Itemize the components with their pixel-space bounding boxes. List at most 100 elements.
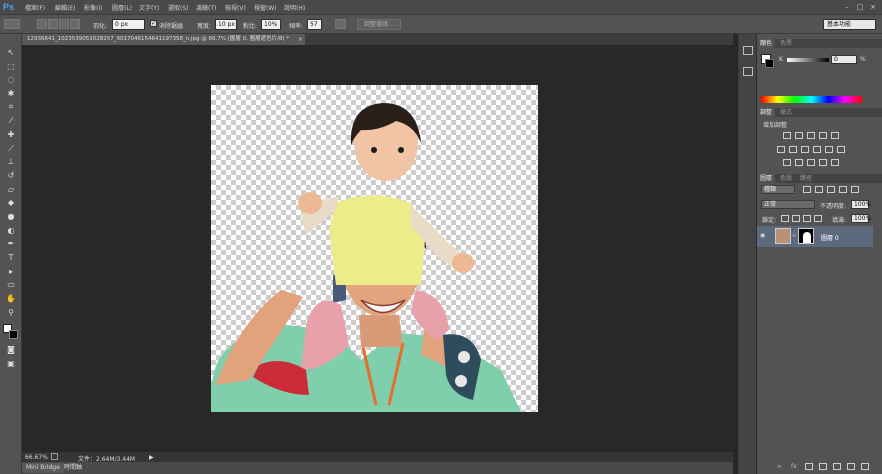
clone-stamp-tool-icon[interactable]: ⊥ [5, 157, 17, 166]
photo-filter-icon[interactable] [813, 146, 821, 153]
exposure-icon[interactable] [819, 132, 827, 139]
antialias-checkbox[interactable]: ✓ [150, 20, 157, 27]
new-fill-layer-icon[interactable] [819, 463, 827, 470]
filter-type-icon[interactable] [827, 186, 835, 193]
move-tool-icon[interactable]: ↖ [5, 48, 17, 57]
filter-adjustment-icon[interactable] [815, 186, 823, 193]
eraser-tool-icon[interactable]: ▱ [5, 185, 17, 194]
lock-all-icon[interactable] [814, 215, 822, 222]
delete-layer-icon[interactable] [861, 463, 869, 470]
tab-styles[interactable]: 樣式 [777, 108, 795, 117]
minimize-button[interactable]: – [843, 3, 851, 11]
layer-visibility-eye-icon[interactable]: ◉ [760, 232, 765, 239]
path-selection-tool-icon[interactable]: ▸ [5, 267, 17, 276]
levels-icon[interactable] [795, 132, 803, 139]
vibrance-icon[interactable] [831, 132, 839, 139]
feather-input[interactable]: 0 px [112, 19, 145, 30]
tab-adjustments[interactable]: 調整 [757, 108, 776, 117]
brush-tool-icon[interactable]: ⟋ [5, 144, 17, 153]
black-white-icon[interactable] [801, 146, 809, 153]
filter-smart-object-icon[interactable] [851, 186, 859, 193]
hue-saturation-icon[interactable] [777, 146, 785, 153]
filter-pixel-icon[interactable] [803, 186, 811, 193]
link-layers-icon[interactable]: ∞ [777, 463, 782, 470]
posterize-icon[interactable] [795, 159, 803, 166]
color-balance-icon[interactable] [789, 146, 797, 153]
menu-help[interactable]: 說明(H) [284, 3, 305, 12]
layer-thumbnail[interactable] [775, 228, 791, 244]
pen-pressure-icon[interactable] [335, 19, 346, 29]
intersect-selection-icon[interactable] [70, 19, 80, 29]
blur-tool-icon[interactable]: ● [5, 212, 17, 221]
status-icon[interactable] [51, 453, 58, 460]
curves-icon[interactable] [807, 132, 815, 139]
opacity-input[interactable]: 100% [851, 200, 871, 209]
menu-view[interactable]: 檢視(V) [225, 3, 246, 12]
canvas-area[interactable] [22, 45, 733, 448]
zoom-level[interactable]: 66.67% [25, 454, 48, 461]
tab-timeline[interactable]: 時間軸 [60, 463, 86, 473]
add-selection-icon[interactable] [48, 19, 58, 29]
menu-window[interactable]: 視窗(W) [254, 3, 277, 12]
menu-edit[interactable]: 編輯(E) [55, 3, 75, 12]
workspace-select[interactable]: 基本功能 [823, 19, 876, 30]
filter-shape-icon[interactable] [839, 186, 847, 193]
paint-bucket-tool-icon[interactable]: ◆ [5, 198, 17, 207]
color-spectrum-bar[interactable] [761, 96, 862, 103]
type-tool-icon[interactable]: T [5, 253, 17, 262]
threshold-icon[interactable] [807, 159, 815, 166]
menu-type[interactable]: 文字(Y) [139, 3, 159, 12]
color-lookup-icon[interactable] [837, 146, 845, 153]
tab-mini-bridge[interactable]: Mini Bridge [22, 463, 64, 473]
menu-file[interactable]: 檔案(F) [25, 3, 45, 12]
document-tab[interactable]: 12936641_1023539051028257_90170461546411… [22, 34, 305, 45]
layer-row-selected[interactable]: ◉ ∞ 圖層 0 [757, 226, 873, 247]
background-color-swatch[interactable] [9, 330, 18, 339]
k-slider[interactable] [787, 58, 829, 62]
menu-layer[interactable]: 圖層(L) [112, 3, 132, 12]
subtract-selection-icon[interactable] [59, 19, 69, 29]
channel-mixer-icon[interactable] [825, 146, 833, 153]
layer-style-icon[interactable]: fx [791, 463, 797, 470]
tab-channels[interactable]: 色版 [777, 174, 795, 183]
healing-brush-tool-icon[interactable]: ✚ [5, 130, 17, 139]
crop-tool-icon[interactable]: ⌗ [5, 102, 17, 111]
contrast-input[interactable]: 10% [261, 19, 281, 30]
tab-color[interactable]: 顏色 [757, 39, 776, 48]
quick-selection-tool-icon[interactable]: ✱ [5, 89, 17, 98]
layer-mask-thumbnail[interactable] [798, 228, 814, 244]
history-panel-icon[interactable] [743, 46, 753, 55]
dodge-tool-icon[interactable]: ◐ [5, 226, 17, 235]
close-tab-icon[interactable]: × [298, 34, 303, 45]
quick-mask-icon[interactable]: ◙ [5, 345, 17, 354]
menu-filter[interactable]: 濾鏡(T) [196, 3, 216, 12]
layer-name[interactable]: 圖層 0 [821, 233, 839, 242]
new-selection-icon[interactable] [37, 19, 47, 29]
document-canvas[interactable] [211, 85, 538, 412]
tab-swatches[interactable]: 色票 [777, 39, 795, 48]
lock-pixels-icon[interactable] [792, 215, 800, 222]
tab-paths[interactable]: 路徑 [797, 174, 815, 183]
frequency-input[interactable]: 57 [307, 19, 322, 30]
tab-layers[interactable]: 圖層 [757, 174, 776, 183]
add-mask-icon[interactable] [805, 463, 813, 470]
lock-position-icon[interactable] [803, 215, 811, 222]
gradient-map-icon[interactable] [819, 159, 827, 166]
invert-icon[interactable] [783, 159, 791, 166]
fill-input[interactable]: 100% [851, 214, 871, 223]
close-window-button[interactable]: × [869, 3, 877, 11]
hand-tool-icon[interactable]: ✋ [5, 294, 17, 303]
status-menu-arrow-icon[interactable]: ▶ [149, 454, 154, 461]
pen-tool-icon[interactable]: ✒ [5, 239, 17, 248]
shape-tool-icon[interactable]: ▭ [5, 280, 17, 289]
eyedropper-tool-icon[interactable]: ⁄ [5, 116, 17, 125]
menu-select[interactable]: 選取(S) [168, 3, 189, 12]
new-group-icon[interactable] [833, 463, 841, 470]
marquee-tool-icon[interactable]: ⬚ [5, 62, 17, 71]
layer-filter-kind-select[interactable]: 種類 [761, 185, 795, 194]
refine-edge-button[interactable]: 調整邊緣... [357, 19, 401, 30]
width-input[interactable]: 10 px [215, 19, 237, 30]
screen-mode-icon[interactable]: ▣ [5, 359, 17, 368]
lock-transparency-icon[interactable] [781, 215, 789, 222]
k-value-input[interactable]: 0 [831, 55, 857, 64]
